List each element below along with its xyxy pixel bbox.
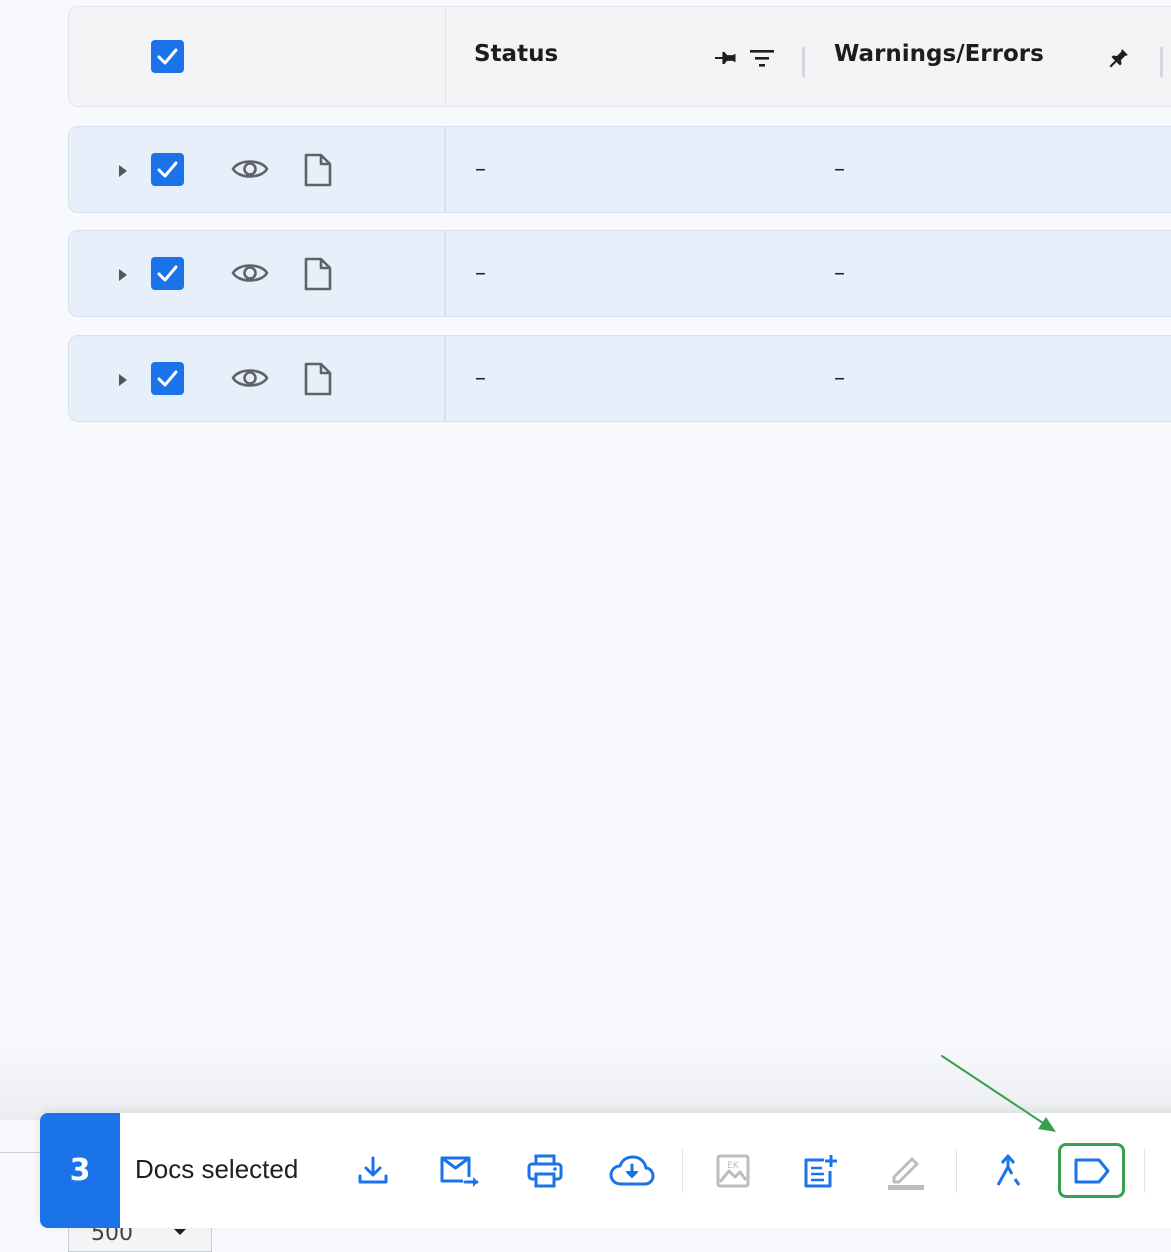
selected-label: Docs selected [135, 1154, 299, 1184]
print-icon [527, 1154, 563, 1188]
status-cell: – [475, 261, 486, 286]
edit-button[interactable] [878, 1145, 934, 1197]
table-header-row: Status Warnings/Errors [68, 6, 1171, 107]
download-button[interactable] [345, 1145, 401, 1197]
pin-icon[interactable] [1107, 45, 1131, 71]
svg-text:EK: EK [727, 1161, 740, 1171]
status-cell: – [475, 366, 486, 391]
email-button[interactable] [432, 1145, 488, 1197]
fixed-column-separator [445, 7, 446, 106]
table-row[interactable]: – – [68, 335, 1171, 422]
expand-caret-icon[interactable] [117, 163, 129, 179]
edit-icon [888, 1157, 924, 1190]
table-row[interactable]: – – [68, 126, 1171, 213]
pin-icon[interactable] [715, 45, 739, 71]
toolbar-divider [956, 1149, 957, 1193]
document-icon[interactable] [303, 361, 333, 397]
column-resize-handle[interactable] [1160, 47, 1163, 77]
checkmark-icon [157, 265, 178, 282]
eye-icon[interactable] [231, 259, 269, 287]
cloud-download-icon [609, 1155, 655, 1186]
warnings-cell: – [834, 261, 845, 286]
eye-icon[interactable] [231, 364, 269, 392]
merge-button[interactable] [980, 1145, 1036, 1197]
annotation-arrow-icon [941, 1055, 1056, 1132]
warnings-cell: – [834, 157, 845, 182]
label-tag-button[interactable] [1064, 1145, 1120, 1197]
document-icon[interactable] [303, 256, 333, 292]
table-row[interactable]: – – [68, 230, 1171, 317]
note-add-icon [804, 1155, 837, 1188]
chevron-down-icon [174, 1229, 186, 1235]
document-icon[interactable] [303, 152, 333, 188]
email-forward-icon [440, 1156, 479, 1187]
add-note-button[interactable] [792, 1145, 848, 1197]
column-header-warnings-errors[interactable]: Warnings/Errors [834, 41, 1044, 67]
row-fixed-cells [69, 231, 446, 316]
expand-caret-icon[interactable] [117, 267, 129, 283]
merge-icon [996, 1154, 1021, 1186]
column-resize-handle[interactable] [802, 47, 805, 77]
label-tag-icon [1074, 1158, 1110, 1184]
checkmark-icon [157, 161, 178, 178]
row-fixed-cells [69, 336, 446, 421]
download-icon [358, 1156, 388, 1184]
select-all-checkbox[interactable] [151, 40, 184, 73]
toolbar-divider [1144, 1149, 1145, 1193]
eye-icon[interactable] [231, 155, 269, 183]
warnings-cell: – [834, 366, 845, 391]
checkmark-icon [157, 48, 178, 65]
expand-caret-icon[interactable] [117, 372, 129, 388]
status-cell: – [475, 157, 486, 182]
row-checkbox[interactable] [151, 362, 184, 395]
checkmark-icon [157, 370, 178, 387]
row-checkbox[interactable] [151, 257, 184, 290]
row-fixed-cells [69, 127, 446, 212]
toolbar-divider [682, 1149, 683, 1193]
column-header-status[interactable]: Status [474, 41, 558, 67]
image-icon: EK [716, 1154, 750, 1188]
selected-count-badge: 3 [40, 1113, 120, 1228]
filter-icon[interactable] [749, 47, 775, 69]
image-button[interactable]: EK [705, 1145, 761, 1197]
cloud-download-button[interactable] [604, 1145, 660, 1197]
row-checkbox[interactable] [151, 153, 184, 186]
print-button[interactable] [517, 1145, 573, 1197]
